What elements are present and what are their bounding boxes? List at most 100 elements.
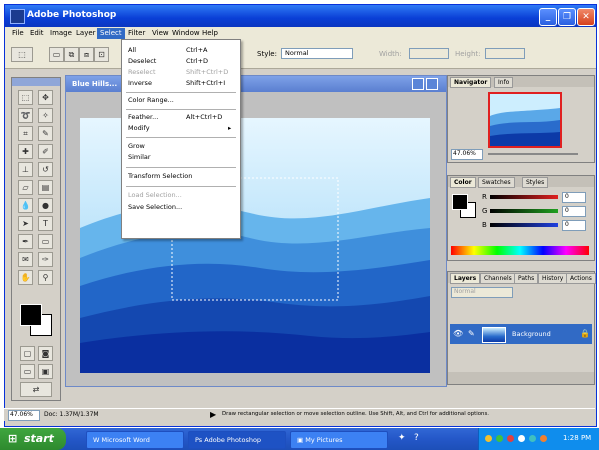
menu-file[interactable]: File <box>9 28 27 39</box>
tab-history[interactable]: History <box>538 273 568 284</box>
navigator-zoom-field[interactable]: 47.06% <box>451 149 483 160</box>
minimize-button[interactable]: _ <box>539 8 557 26</box>
height-field[interactable] <box>485 48 525 59</box>
tab-swatches[interactable]: Swatches <box>478 177 515 188</box>
menu-window[interactable]: Window <box>169 28 203 39</box>
quick-launch-icon[interactable]: ✦ <box>398 433 406 443</box>
blur-tool[interactable]: 💧 <box>18 198 33 213</box>
navigator-thumbnail[interactable] <box>488 92 562 148</box>
color-spectrum-bar[interactable] <box>451 246 589 255</box>
eraser-tool[interactable]: ▱ <box>18 180 33 195</box>
blend-mode-dropdown[interactable]: Normal <box>451 287 513 298</box>
full-screen-button[interactable]: ▣ <box>38 364 53 379</box>
tab-paths[interactable]: Paths <box>514 273 539 284</box>
layer-row-background[interactable]: 👁 ✎ Background 🔒 <box>450 324 592 344</box>
channel-r-input[interactable]: 0 <box>562 192 586 203</box>
channel-r-slider[interactable] <box>490 195 558 199</box>
eyedropper-tool[interactable]: ✑ <box>38 252 53 267</box>
new-selection-button[interactable]: ▭ <box>49 47 64 62</box>
style-dropdown[interactable]: Normal <box>281 48 353 59</box>
tab-navigator[interactable]: Navigator <box>450 77 492 88</box>
close-button[interactable]: ✕ <box>577 8 595 26</box>
menu-item-feather[interactable]: Feather... Alt+Ctrl+D <box>128 113 236 122</box>
status-zoom-field[interactable]: 47.06% <box>8 410 40 421</box>
shape-tool[interactable]: ▭ <box>38 234 53 249</box>
menu-filter[interactable]: Filter <box>125 28 148 39</box>
hand-tool[interactable]: ✋ <box>18 270 33 285</box>
rectangular-marquee-tool[interactable]: ⬚ <box>18 90 33 105</box>
clone-stamp-tool[interactable]: ⊥ <box>18 162 33 177</box>
doc-minimize-button[interactable] <box>412 78 424 90</box>
menu-item-all[interactable]: All Ctrl+A <box>128 46 236 55</box>
tab-actions[interactable]: Actions <box>566 273 596 284</box>
title-bar[interactable]: Adobe Photoshop _ ❐ ✕ <box>5 5 596 27</box>
slice-tool[interactable]: ✎ <box>38 126 53 141</box>
pen-tool[interactable]: ✒ <box>18 234 33 249</box>
jump-to-imageready-button[interactable]: ⇄ <box>20 382 52 397</box>
gradient-tool[interactable]: ▤ <box>38 180 53 195</box>
channel-b-input[interactable]: 0 <box>562 220 586 231</box>
intersect-selection-button[interactable]: ⊡ <box>94 47 109 62</box>
tab-channels[interactable]: Channels <box>480 273 516 284</box>
eye-icon[interactable]: 👁 <box>453 329 463 338</box>
help-icon[interactable]: ? <box>414 433 419 443</box>
task-adobe-photoshop[interactable]: Ps Adobe Photoshop <box>188 431 286 449</box>
quick-mask-button[interactable]: ◙ <box>38 346 53 361</box>
menu-item-similar[interactable]: Similar <box>128 153 236 162</box>
tray-icon-6[interactable] <box>540 435 547 442</box>
menu-help[interactable]: Help <box>199 28 221 39</box>
add-selection-button[interactable]: ⧉ <box>64 47 79 62</box>
task-my-pictures[interactable]: ▣ My Pictures <box>290 431 388 449</box>
navigator-zoom-slider[interactable] <box>488 153 578 155</box>
restore-button[interactable]: ❐ <box>558 8 576 26</box>
marquee-preset-picker[interactable]: ⬚ <box>11 47 33 62</box>
dodge-tool[interactable]: ● <box>38 198 53 213</box>
color-fg-swatch[interactable] <box>452 194 468 210</box>
menu-item-save-selection[interactable]: Save Selection... <box>128 203 236 212</box>
lasso-tool[interactable]: ➰ <box>18 108 33 123</box>
lock-icon: 🔒 <box>580 329 590 338</box>
tray-icon-2[interactable] <box>496 435 503 442</box>
channel-g-input[interactable]: 0 <box>562 206 586 217</box>
tab-layers[interactable]: Layers <box>450 273 481 284</box>
tab-color[interactable]: Color <box>450 177 476 188</box>
menu-item-color-range[interactable]: Color Range... <box>128 96 236 105</box>
menu-item-transform-selection[interactable]: Transform Selection <box>128 172 236 181</box>
tab-styles[interactable]: Styles <box>522 177 549 188</box>
type-tool[interactable]: T <box>38 216 53 231</box>
start-button[interactable]: ⊞ start <box>0 428 66 450</box>
tab-info[interactable]: Info <box>494 77 514 88</box>
notes-tool[interactable]: ✉ <box>18 252 33 267</box>
foreground-color-swatch[interactable] <box>20 304 42 326</box>
healing-brush-tool[interactable]: ✚ <box>18 144 33 159</box>
tray-icon-3[interactable] <box>507 435 514 442</box>
toolbox-header[interactable] <box>12 78 60 86</box>
magic-wand-tool[interactable]: ✧ <box>38 108 53 123</box>
subtract-selection-button[interactable]: ⧈ <box>79 47 94 62</box>
tray-icon-5[interactable] <box>529 435 536 442</box>
menu-item-deselect[interactable]: Deselect Ctrl+D <box>128 57 236 66</box>
path-selection-tool[interactable]: ➤ <box>18 216 33 231</box>
menu-item-grow[interactable]: Grow <box>128 142 236 151</box>
channel-g-slider[interactable] <box>490 209 558 213</box>
status-arrow-icon[interactable]: ▶ <box>210 410 216 419</box>
menu-image[interactable]: Image <box>47 28 75 39</box>
tray-icon-4[interactable] <box>518 435 525 442</box>
menu-item-inverse[interactable]: Inverse Shift+Ctrl+I <box>128 79 236 88</box>
crop-tool[interactable]: ⌗ <box>18 126 33 141</box>
doc-maximize-button[interactable] <box>426 78 438 90</box>
menu-select[interactable]: Select <box>97 28 125 39</box>
zoom-tool[interactable]: ⚲ <box>38 270 53 285</box>
menu-edit[interactable]: Edit <box>27 28 47 39</box>
width-field[interactable] <box>409 48 449 59</box>
standard-screen-button[interactable]: ▭ <box>20 364 35 379</box>
task-microsoft-word[interactable]: W Microsoft Word <box>86 431 184 449</box>
menu-item-modify[interactable]: Modify ▸ <box>128 124 236 133</box>
move-tool[interactable]: ✥ <box>38 90 53 105</box>
history-brush-tool[interactable]: ↺ <box>38 162 53 177</box>
tray-icon-1[interactable] <box>485 435 492 442</box>
brush-tool[interactable]: ✐ <box>38 144 53 159</box>
menu-layer[interactable]: Layer <box>73 28 99 39</box>
channel-b-slider[interactable] <box>490 223 558 227</box>
standard-mode-button[interactable]: ▢ <box>20 346 35 361</box>
